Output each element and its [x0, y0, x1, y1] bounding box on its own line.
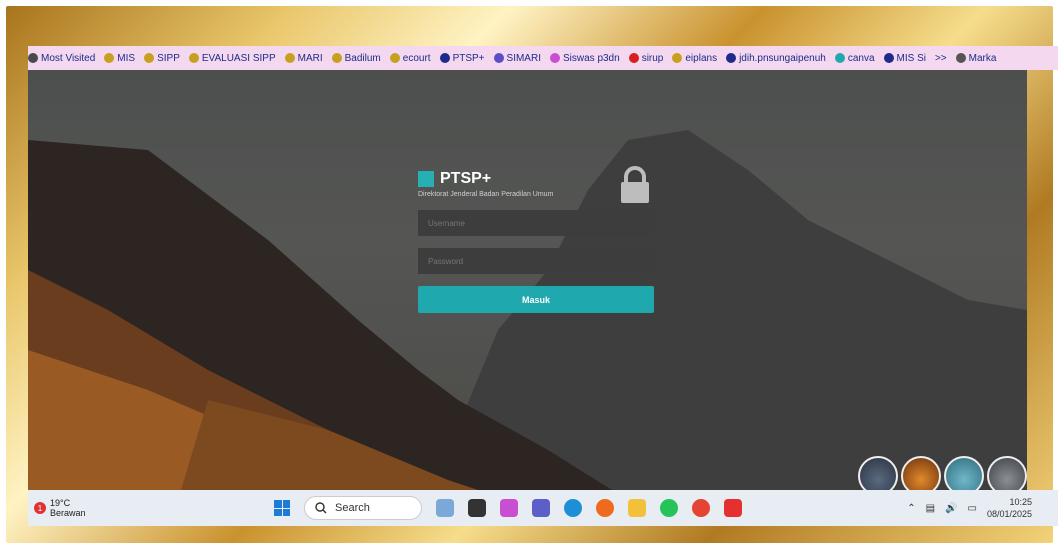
weather-temp: 19°C	[50, 498, 71, 508]
bookmark-item[interactable]: SIPP	[144, 53, 180, 64]
clock-time: 10:25	[1009, 497, 1032, 507]
bookmark-item[interactable]: MARI	[284, 52, 323, 64]
battery-icon[interactable]: ▭	[968, 503, 977, 514]
gold-circle-icon	[144, 53, 155, 63]
firefox-icon[interactable]	[596, 499, 614, 517]
chevron-up-icon[interactable]: ⌃	[907, 503, 915, 514]
bookmark-label: MIS Si	[896, 52, 926, 64]
bookmark-label: >>	[934, 52, 947, 64]
app-title: PTSP+	[440, 170, 492, 187]
bookmark-label: jdih.pnsungaipenuh	[739, 52, 826, 64]
teams-icon[interactable]	[532, 499, 550, 517]
bookmark-label: MARI	[297, 52, 323, 64]
taskbar-search[interactable]: Search	[304, 496, 422, 520]
windows-start-icon[interactable]	[274, 500, 290, 516]
clock[interactable]: 10:25 08/01/2025	[987, 496, 1032, 520]
bookmark-item[interactable]: jdih.pnsungaipenuh	[726, 53, 826, 64]
system-tray: ⌃ ▤ 🔊 ▭ 10:25 08/01/2025	[907, 496, 1032, 520]
bookmark-label: ecourt	[402, 52, 431, 64]
bookmark-label: Siswas p3dn	[562, 52, 620, 64]
bookmark-item[interactable]: >>	[935, 53, 947, 64]
bookmark-item[interactable]: MIS Si	[883, 52, 926, 64]
bookmark-item[interactable]: PTSP+	[439, 52, 485, 64]
bookmark-item[interactable]: SIMARI	[493, 52, 541, 64]
search-icon	[315, 502, 327, 514]
login-submit-button[interactable]: Masuk	[418, 286, 654, 313]
lock-icon	[621, 166, 649, 203]
bookmark-label: SIMARI	[506, 52, 541, 64]
bookmark-item[interactable]: eiplans	[672, 53, 717, 64]
globe-icon	[439, 53, 450, 63]
bookmark-item[interactable]: sirup	[628, 52, 664, 64]
bookmark-label: SIPP	[157, 52, 180, 64]
bookmark-label: Marka	[968, 52, 997, 64]
widgets-icon[interactable]	[436, 499, 454, 517]
taskbar: 1 19°C Berawan Search ⌃ ▤ 🔊 ▭ 10:25 08/0…	[28, 490, 1058, 526]
gold-circle-icon	[188, 53, 199, 63]
password-input[interactable]	[418, 248, 654, 274]
bookmark-label: canva	[847, 52, 875, 64]
globe-icon	[726, 53, 737, 63]
canva-icon	[834, 53, 845, 63]
folder-icon	[955, 53, 966, 63]
bookmark-item[interactable]: Badilum	[331, 52, 381, 64]
gear-icon	[28, 53, 38, 63]
file-explorer-icon[interactable]	[628, 499, 646, 517]
heart-icon	[493, 53, 504, 63]
bookmarks-bar: Most Visited MIS SIPP EVALUASI SIPP MARI Badi…	[28, 46, 1058, 70]
gold-circle-icon	[672, 53, 683, 63]
bookmark-item[interactable]: Most Visited	[28, 53, 95, 64]
bookmark-label: MIS	[117, 52, 136, 64]
gold-circle-icon	[284, 53, 295, 63]
whatsapp-icon[interactable]	[660, 499, 678, 517]
gold-circle-icon	[104, 53, 115, 63]
bookmark-label: PTSP+	[452, 52, 485, 64]
copilot-icon[interactable]	[500, 499, 518, 517]
bookmark-item[interactable]: EVALUASI SIPP	[188, 52, 276, 64]
weather-desc: Berawan	[50, 508, 86, 518]
bookmark-item[interactable]: MIS	[104, 53, 135, 64]
bookmark-item[interactable]: ecourt	[389, 52, 431, 64]
mountain-background: PTSP+ Direktorat Jenderal Badan Peradila…	[28, 70, 1027, 500]
bookmark-item[interactable]: canva	[834, 52, 875, 64]
username-input[interactable]	[418, 210, 654, 236]
taskbar-center: Search	[274, 496, 742, 520]
bookmark-label: Badilum	[344, 52, 381, 64]
bookmark-label: Most Visited	[41, 52, 96, 64]
gold-circle-icon	[389, 53, 400, 63]
globe-icon	[883, 53, 894, 63]
arrow-icon	[628, 53, 639, 63]
browser-viewport: PTSP+ Direktorat Jenderal Badan Peradila…	[28, 46, 1027, 524]
s-icon	[549, 53, 560, 63]
bookmark-label: eiplans	[685, 52, 718, 64]
ptsp-logo-icon	[418, 171, 434, 187]
bookmark-item[interactable]: Siswas p3dn	[549, 52, 620, 64]
bookmark-item[interactable]: Marka	[955, 52, 997, 64]
search-label: Search	[335, 502, 370, 514]
network-icon[interactable]: ▤	[926, 503, 935, 514]
edge-icon[interactable]	[564, 499, 582, 517]
volume-icon[interactable]: 🔊	[945, 503, 957, 514]
bookmark-label: sirup	[641, 52, 664, 64]
weather-badge: 1	[34, 502, 46, 514]
task-view-icon[interactable]	[468, 499, 486, 517]
wps-office-icon[interactable]	[724, 499, 742, 517]
weather-widget[interactable]: 1 19°C Berawan	[28, 498, 108, 518]
clock-date: 08/01/2025	[986, 509, 1032, 519]
gold-circle-icon	[331, 53, 342, 63]
chrome-icon[interactable]	[692, 499, 710, 517]
bookmark-label: EVALUASI SIPP	[201, 52, 276, 64]
